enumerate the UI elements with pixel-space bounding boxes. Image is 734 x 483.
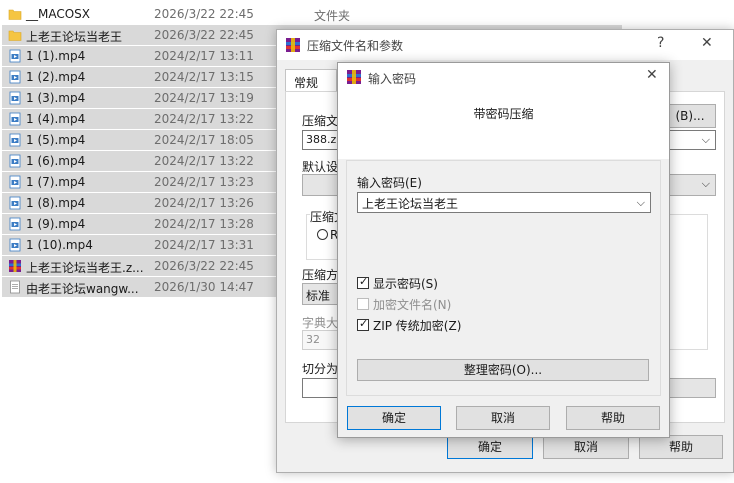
file-name: 1 (6).mp4: [26, 154, 86, 168]
file-date: 2024/2/17 13:28: [154, 217, 254, 231]
inner-ok-button[interactable]: 确定: [347, 406, 441, 430]
encrypt-filenames-checkbox: [357, 298, 369, 310]
zip-legacy-checkbox[interactable]: ✓: [357, 317, 369, 331]
close-icon[interactable]: ✕: [646, 67, 658, 83]
archive-name-label: 压缩文: [302, 114, 339, 128]
folder-icon: [8, 7, 22, 21]
organize-passwords-button[interactable]: 整理密码(O)...: [357, 359, 649, 381]
inner-help-button[interactable]: 帮助: [566, 406, 660, 430]
winrar-app-icon: [347, 70, 361, 84]
inner-header: 带密码压缩: [338, 91, 669, 159]
default-settings-label: 默认设: [302, 160, 339, 174]
browse-button[interactable]: (B)...: [664, 104, 716, 128]
show-password-label: 显示密码(S): [373, 277, 438, 291]
help-button[interactable]: ?: [657, 35, 664, 51]
video-file-icon: [8, 133, 22, 147]
close-icon[interactable]: ✕: [701, 35, 713, 51]
file-name: 1 (8).mp4: [26, 196, 86, 210]
chevron-down-icon: ⌵: [636, 196, 645, 209]
file-date: 2024/2/17 13:31: [154, 238, 254, 252]
file-name: 1 (4).mp4: [26, 112, 86, 126]
file-date: 2026/1/30 14:47: [154, 280, 254, 294]
file-row[interactable]: __MACOSX 2026/3/22 22:45 文件夹: [2, 4, 622, 24]
compression-method-dropdown[interactable]: 标准: [302, 283, 342, 305]
format-radio[interactable]: [317, 229, 328, 240]
text-file-icon: [8, 280, 22, 294]
video-file-icon: [8, 49, 22, 63]
file-date: 2026/3/22 22:45: [154, 7, 254, 21]
profile-button[interactable]: [302, 174, 342, 196]
video-file-icon: [8, 154, 22, 168]
tab-general[interactable]: 常规: [285, 69, 337, 92]
file-name: 1 (7).mp4: [26, 175, 86, 189]
folder-icon: [8, 28, 22, 42]
file-name: 上老王论坛当老王.z...: [26, 261, 144, 275]
password-heading: 带密码压缩: [473, 107, 534, 121]
outer-dialog-title: 压缩文件名和参数: [307, 39, 404, 53]
file-date: 2024/2/17 13:11: [154, 49, 254, 63]
file-name: 1 (3).mp4: [26, 91, 86, 105]
check-icon: ✓: [359, 317, 369, 330]
enter-password-dialog: 输入密码 ✕ 带密码压缩 输入密码(E) 上老王论坛当老王 ⌵ ✓ 显示密码(S…: [337, 62, 670, 438]
file-name: 由老王论坛wangw...: [26, 282, 139, 296]
winrar-app-icon: [286, 38, 300, 52]
file-date: 2024/2/17 18:05: [154, 133, 254, 147]
file-date: 2024/2/17 13:22: [154, 154, 254, 168]
password-label: 输入密码(E): [357, 176, 422, 190]
file-date: 2024/2/17 13:15: [154, 70, 254, 84]
archive-options-group: [664, 214, 708, 350]
video-file-icon: [8, 175, 22, 189]
split-volumes-label: 切分为: [302, 362, 339, 376]
tab-general-label: 常规: [294, 76, 319, 90]
file-name: 1 (10).mp4: [26, 238, 93, 252]
file-date: 2024/2/17 13:22: [154, 112, 254, 126]
outer-ok-button[interactable]: 确定: [447, 435, 533, 459]
dictionary-size-label: 字典大: [302, 316, 339, 330]
password-value: 上老王论坛当老王: [362, 197, 459, 211]
split-volumes-input[interactable]: [302, 378, 342, 398]
compression-method-label: 压缩方: [302, 268, 339, 282]
file-date: 2026/3/22 22:45: [154, 259, 254, 273]
file-name: 1 (5).mp4: [26, 133, 86, 147]
video-file-icon: [8, 91, 22, 105]
outer-cancel-button[interactable]: 取消: [543, 435, 629, 459]
inner-titlebar: 输入密码 ✕: [338, 63, 669, 91]
show-password-checkbox[interactable]: ✓: [357, 275, 369, 289]
file-type: 文件夹: [314, 9, 351, 23]
video-file-icon: [8, 196, 22, 210]
dictionary-size-value: 32: [306, 333, 320, 346]
outer-help-button[interactable]: 帮助: [639, 435, 723, 459]
check-icon: ✓: [359, 275, 369, 288]
encrypt-filenames-label: 加密文件名(N): [373, 298, 452, 312]
file-name: __MACOSX: [26, 7, 91, 21]
file-date: 2024/2/17 13:26: [154, 196, 254, 210]
compression-method-value: 标准: [306, 289, 331, 303]
winrar-archive-icon: [8, 259, 22, 273]
chevron-down-icon: ⌵: [701, 177, 710, 190]
video-file-icon: [8, 70, 22, 84]
chevron-down-icon: ⌵: [701, 133, 710, 146]
zip-legacy-label: ZIP 传统加密(Z): [373, 319, 462, 333]
update-mode-dropdown[interactable]: ⌵: [664, 174, 716, 196]
password-group: 输入密码(E) 上老王论坛当老王 ⌵ ✓ 显示密码(S) 加密文件名(N) ✓ …: [346, 160, 661, 396]
file-name: 1 (1).mp4: [26, 49, 86, 63]
outer-titlebar: 压缩文件名和参数 ? ✕: [277, 30, 733, 60]
archive-name-dropdown[interactable]: ⌵: [664, 130, 716, 150]
file-name: 1 (9).mp4: [26, 217, 86, 231]
inner-dialog-title: 输入密码: [368, 72, 417, 86]
video-file-icon: [8, 217, 22, 231]
password-input[interactable]: 上老王论坛当老王 ⌵: [357, 192, 651, 213]
file-date: 2026/3/22 22:45: [154, 28, 254, 42]
set-password-button[interactable]: [664, 378, 716, 398]
file-date: 2024/2/17 13:23: [154, 175, 254, 189]
dictionary-size-dropdown[interactable]: 32: [302, 330, 342, 350]
video-file-icon: [8, 112, 22, 126]
file-name: 1 (2).mp4: [26, 70, 86, 84]
file-date: 2024/2/17 13:19: [154, 91, 254, 105]
inner-cancel-button[interactable]: 取消: [456, 406, 550, 430]
file-name: 上老王论坛当老王: [26, 30, 123, 44]
video-file-icon: [8, 238, 22, 252]
